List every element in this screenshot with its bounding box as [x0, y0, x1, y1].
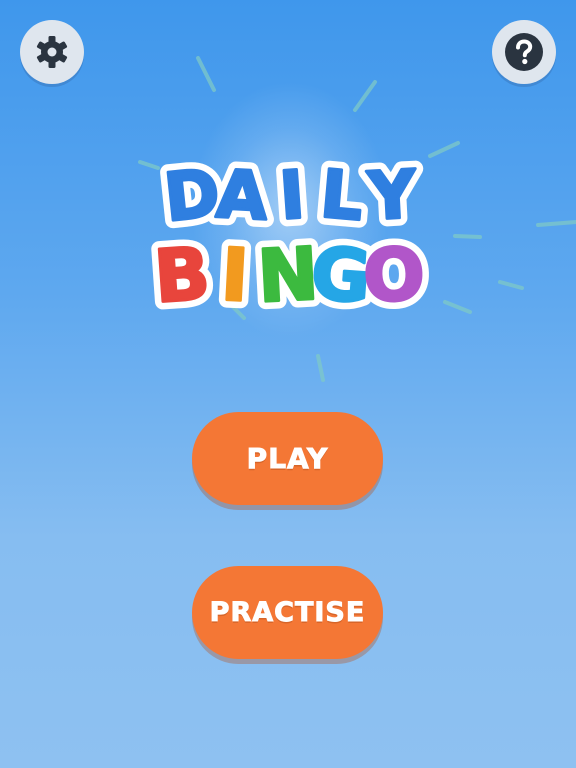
settings-button[interactable]: [20, 20, 84, 84]
daily-bingo-logo: DA I L YDA I L Y B I NGOB I NGO: [144, 146, 434, 320]
logo-line-daily: DA I L YDA I L Y: [153, 146, 427, 244]
logo-line-bingo: B I NGOB I NGO: [144, 223, 434, 320]
ray: [353, 80, 377, 112]
ray: [453, 234, 482, 239]
daily-letter-l: L: [318, 155, 367, 235]
ray: [536, 220, 576, 227]
daily-letter-y: Y: [365, 156, 419, 236]
daily-letter-a: A: [214, 156, 269, 236]
gear-icon: [36, 36, 68, 68]
ray: [498, 280, 524, 290]
ray: [443, 300, 472, 314]
practise-button[interactable]: PRACTISE: [192, 566, 383, 659]
play-label: PLAY: [246, 442, 329, 476]
play-button[interactable]: PLAY: [192, 412, 383, 505]
daily-letter-i: I: [277, 156, 307, 235]
ray: [316, 354, 325, 382]
help-button[interactable]: [492, 20, 556, 84]
ray: [196, 56, 216, 92]
bingo-letter-i: I: [219, 232, 250, 317]
bingo-letter-o: O: [362, 232, 426, 318]
question-mark-icon: [505, 33, 543, 71]
bingo-letter-b: B: [152, 231, 213, 319]
practise-label: PRACTISE: [209, 597, 366, 629]
